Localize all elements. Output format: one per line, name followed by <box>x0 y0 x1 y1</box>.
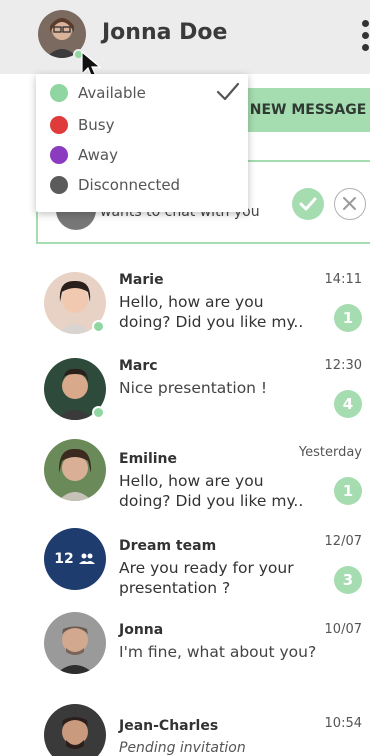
message-preview: Nice presentation ! <box>119 379 268 397</box>
status-option-away[interactable]: Away <box>50 144 240 166</box>
available-status-dot <box>50 84 68 102</box>
away-status-dot <box>50 146 68 164</box>
message-time: 10:54 <box>324 716 362 731</box>
unread-count-badge: 3 <box>334 566 362 594</box>
message-preview: Hello, how are you doing? Did you like m… <box>119 472 304 510</box>
contact-name: Dream team <box>119 538 217 554</box>
conversation-item[interactable]: Emiline Yesterday Hello, how are you doi… <box>0 439 370 529</box>
status-option-label: Disconnected <box>78 176 181 194</box>
selected-check-icon <box>216 82 240 101</box>
user-avatar[interactable] <box>38 10 86 60</box>
invitation-status: Pending invitation <box>119 740 246 756</box>
decline-invitation-button[interactable] <box>334 188 366 220</box>
contact-name: Jean-Charles <box>119 718 219 734</box>
contact-name: Marc <box>119 358 158 374</box>
contact-avatar <box>44 704 106 756</box>
contact-name: Emiline <box>119 451 178 467</box>
accept-invitation-button[interactable] <box>292 188 324 220</box>
disconnected-status-dot <box>50 176 68 194</box>
status-dropdown: Available Busy Away Disconnected <box>36 74 248 212</box>
status-option-busy[interactable]: Busy <box>50 114 240 136</box>
unread-count-badge: 1 <box>334 477 362 505</box>
busy-status-dot <box>50 116 68 134</box>
status-option-label: Available <box>78 84 146 102</box>
more-options-icon[interactable] <box>362 20 370 54</box>
message-preview: Are you ready for your presentation ? <box>119 559 294 597</box>
message-preview: Hello, how are you doing? Did you like m… <box>119 293 304 331</box>
conversation-item[interactable]: Jean-Charles 10:54 Pending invitation <box>0 704 370 756</box>
group-icon <box>78 553 95 564</box>
contact-name: Marie <box>119 272 164 288</box>
status-option-label: Away <box>78 146 118 164</box>
app-header: Jonna Doe <box>0 0 370 74</box>
message-time: 12/07 <box>324 534 362 549</box>
contact-avatar <box>44 439 106 501</box>
message-time: 14:11 <box>324 272 362 287</box>
conversation-item[interactable]: 12 Dream team 12/07 Are you ready for yo… <box>0 528 370 616</box>
new-message-button[interactable]: NEW MESSAGE <box>240 88 370 132</box>
conversation-item[interactable]: Marie 14:11 Hello, how are you doing? Di… <box>0 272 370 354</box>
group-member-count: 12 <box>54 551 74 567</box>
conversation-item[interactable]: Jonna 10/07 I'm fine, what about you? <box>0 612 370 694</box>
status-option-label: Busy <box>78 116 115 134</box>
username: Jonna Doe <box>102 20 228 45</box>
message-time: Yesterday <box>298 445 362 460</box>
group-avatar: 12 <box>44 528 106 590</box>
status-option-disconnected[interactable]: Disconnected <box>50 174 240 196</box>
contact-name: Jonna <box>119 622 164 638</box>
online-indicator <box>92 320 105 333</box>
unread-count-badge: 1 <box>334 304 362 332</box>
message-time: 12:30 <box>324 358 362 373</box>
status-option-available[interactable]: Available <box>50 82 240 104</box>
online-indicator <box>92 406 105 419</box>
message-time: 10/07 <box>324 622 362 637</box>
check-icon <box>299 197 317 211</box>
message-preview: I'm fine, what about you? <box>119 643 317 661</box>
unread-count-badge: 4 <box>334 390 362 418</box>
contact-avatar <box>44 612 106 674</box>
conversation-item[interactable]: Marc 12:30 Nice presentation ! 4 <box>0 358 370 440</box>
close-icon <box>343 197 356 210</box>
